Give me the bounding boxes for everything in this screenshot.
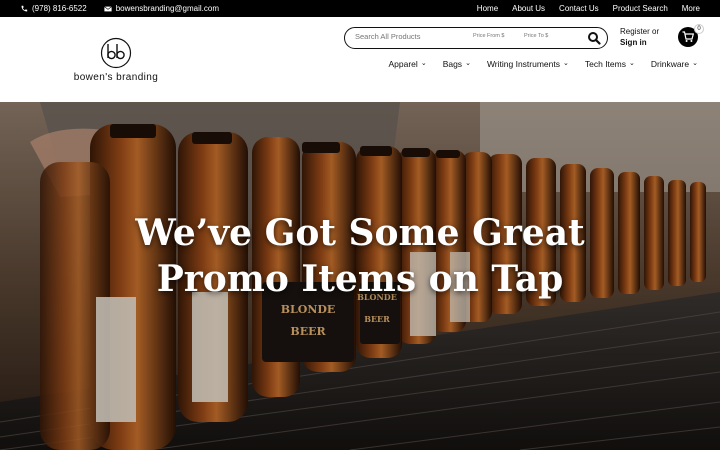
price-from-input[interactable] bbox=[473, 33, 517, 39]
top-links: Home About Us Contact Us Product Search … bbox=[477, 0, 700, 17]
hero-headline-line-1: We’ve Got Some Great bbox=[135, 212, 585, 254]
nav-apparel[interactable]: Apparel ⌄ bbox=[389, 59, 427, 69]
cart-count-badge: 0 bbox=[694, 24, 704, 34]
top-link-about-us[interactable]: About Us bbox=[512, 4, 545, 13]
chevron-down-icon: ⌄ bbox=[628, 60, 635, 67]
nav-label: Bags bbox=[442, 59, 463, 69]
site-header: bowen's branding Register or Sign in 0 A… bbox=[0, 17, 720, 102]
price-to-input[interactable] bbox=[524, 33, 564, 39]
register-link[interactable]: Register or bbox=[620, 26, 659, 37]
email-address[interactable]: bowensbranding@gmail.com bbox=[116, 4, 219, 13]
search-icon[interactable] bbox=[587, 31, 601, 45]
phone-number[interactable]: (978) 816-6522 bbox=[32, 4, 87, 13]
hero-banner[interactable]: BLONDE BEER BLONDE BEER We’ve Got Some G… bbox=[0, 102, 720, 450]
top-link-product-search[interactable]: Product Search bbox=[613, 4, 668, 13]
signin-link[interactable]: Sign in bbox=[620, 37, 659, 48]
chevron-down-icon: ⌄ bbox=[465, 60, 471, 67]
search-bar bbox=[344, 27, 608, 49]
chevron-down-icon: ⌄ bbox=[420, 60, 427, 67]
hero-headline: We’ve Got Some Great Promo Items on Tap bbox=[0, 210, 720, 302]
account-links: Register or Sign in bbox=[620, 26, 659, 48]
nav-label: Writing Instruments bbox=[486, 59, 560, 69]
shopping-cart-icon bbox=[682, 31, 694, 42]
logo[interactable]: bowen's branding bbox=[70, 37, 162, 83]
top-link-contact-us[interactable]: Contact Us bbox=[559, 4, 599, 13]
top-link-home[interactable]: Home bbox=[477, 4, 498, 13]
hero-headline-line-2: Promo Items on Tap bbox=[156, 258, 564, 300]
chevron-down-icon: ⌄ bbox=[692, 60, 698, 67]
nav-drinkware[interactable]: Drinkware ⌄ bbox=[651, 59, 698, 69]
nav-label: Tech Items bbox=[584, 59, 626, 69]
top-link-more[interactable]: More bbox=[682, 4, 700, 13]
nav-tech-items[interactable]: Tech Items ⌄ bbox=[585, 59, 635, 69]
main-nav: Apparel ⌄ Bags ⌄ Writing Instruments ⌄ T… bbox=[389, 59, 699, 69]
search-input[interactable] bbox=[355, 32, 465, 41]
logo-mark-icon bbox=[100, 37, 132, 69]
nav-label: Drinkware bbox=[650, 59, 690, 69]
contact-info: (978) 816-6522 bowensbranding@gmail.com bbox=[20, 0, 219, 17]
nav-writing-instruments[interactable]: Writing Instruments ⌄ bbox=[487, 59, 569, 69]
top-bar: (978) 816-6522 bowensbranding@gmail.com … bbox=[0, 0, 720, 17]
nav-label: Apparel bbox=[388, 59, 418, 69]
envelope-icon bbox=[103, 5, 112, 11]
logo-text: bowen's branding bbox=[73, 72, 159, 83]
chevron-down-icon: ⌄ bbox=[563, 60, 569, 67]
nav-bags[interactable]: Bags ⌄ bbox=[443, 59, 471, 69]
phone-icon bbox=[21, 5, 28, 11]
